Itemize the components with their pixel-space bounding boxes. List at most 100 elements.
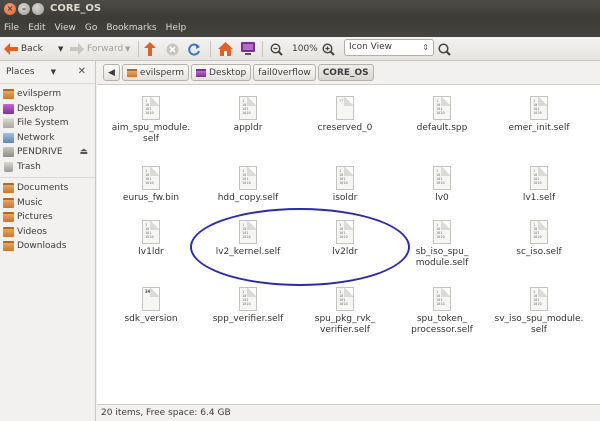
sidebar-item-network[interactable]: Network (0, 131, 95, 146)
toolbar-divider (262, 41, 263, 57)
breadcrumb-core-os[interactable]: CORE_OS (317, 64, 374, 81)
chevron-left-icon: ◀ (108, 67, 115, 78)
sidebar-item-videos[interactable]: Videos (0, 225, 95, 240)
file-name: eurus_fw.bin (122, 193, 180, 203)
file-item[interactable]: 1 10 101 1010 appldr (200, 96, 296, 134)
minimize-window-button[interactable]: – (18, 3, 30, 15)
computer-button[interactable] (240, 40, 256, 58)
binary-file-icon: 1 10 101 1010 (336, 220, 354, 244)
file-item[interactable]: 1 10 101 1010 hdd_copy.self (200, 166, 296, 204)
file-item[interactable]: 1 10 101 1010 emer_init.self (491, 96, 587, 134)
file-icon-glyph: 1010 (533, 181, 542, 185)
stop-button[interactable] (166, 40, 179, 58)
reload-button[interactable] (188, 40, 201, 58)
folder-icon (3, 226, 14, 237)
sidebar-item-pictures[interactable]: Pictures (0, 210, 95, 225)
file-item[interactable]: 341.0 sdk_version (103, 287, 199, 325)
search-button[interactable] (438, 40, 451, 58)
back-dropdown[interactable]: ▼ (58, 40, 63, 58)
text-file-icon: 341.0 (142, 287, 160, 311)
desktop-icon (196, 68, 207, 77)
toolbar: Back ▼ Forward ▼ 100% (0, 37, 600, 61)
file-item[interactable]: 1 10 101 1010 spp_verifier.self (200, 287, 296, 325)
zoom-out-button[interactable] (270, 40, 283, 58)
sidebar-item-label: Videos (17, 226, 47, 237)
file-item[interactable]: 1 10 101 1010 spu_token_ processor.self (394, 287, 490, 335)
menu-view[interactable]: View (55, 23, 76, 33)
sidebar-item-pendrive[interactable]: PENDRIVE ⏏ (0, 145, 95, 160)
sidebar-item-trash[interactable]: Trash (0, 160, 95, 175)
chevron-down-icon: ▼ (58, 45, 64, 53)
status-bar: 20 items, Free space: 6.4 GB (97, 404, 600, 421)
sidebar-item-label: Trash (17, 161, 41, 172)
home-button[interactable] (218, 40, 233, 58)
menu-edit[interactable]: Edit (28, 23, 45, 33)
close-window-button[interactable]: × (4, 3, 16, 15)
up-arrow-icon (144, 42, 156, 56)
trash-icon (4, 161, 13, 172)
menu-bookmarks[interactable]: Bookmarks (106, 23, 156, 33)
sidebar-item-downloads[interactable]: Downloads (0, 239, 95, 254)
folder-icon (3, 212, 14, 223)
sidebar-item-desktop[interactable]: Desktop (0, 102, 95, 117)
file-item[interactable]: 1 10 101 1010 sc_iso.self (491, 220, 587, 258)
file-item[interactable]: ????? creserved_0 (297, 96, 393, 134)
file-icon-glyph: 1010 (145, 235, 154, 239)
binary-file-icon: 1 10 101 1010 (433, 96, 451, 120)
file-item[interactable]: 1 10 101 1010 lv2_kernel.self (200, 220, 296, 258)
file-name: lv1.self (522, 193, 556, 203)
file-icon-glyph: 1010 (145, 111, 154, 115)
file-item[interactable]: 1 10 101 1010 lv1.self (491, 166, 587, 204)
binary-file-icon: 1 10 101 1010 (433, 287, 451, 311)
sidebar-item-evilsperm[interactable]: evilsperm (0, 87, 95, 102)
folder-icon (3, 241, 14, 252)
sidebar-item-label: PENDRIVE (17, 147, 63, 158)
file-icon-glyph: 1010 (436, 181, 445, 185)
network-icon (3, 132, 14, 143)
binary-file-icon: 1 10 101 1010 (336, 287, 354, 311)
places-dropdown-icon[interactable]: ▼ (51, 68, 56, 76)
file-item[interactable]: 1 10 101 1010 aim_spu_module. self (103, 96, 199, 144)
file-item[interactable]: 1 10 101 1010 lv2ldr (297, 220, 393, 258)
zoom-level[interactable]: 100% (292, 40, 318, 58)
sidebar-item-documents[interactable]: Documents (0, 181, 95, 196)
file-name: spp_verifier.self (212, 314, 284, 324)
close-sidebar-icon[interactable]: ✕ (78, 66, 86, 77)
file-icon-view[interactable]: 1 10 101 1010 aim_spu_module. self 1 10 101 1010… (97, 85, 600, 404)
binary-file-icon: 1 10 101 1010 (142, 166, 160, 190)
file-item[interactable]: 1 10 101 1010 sb_iso_spu_ module.self (394, 220, 490, 268)
menu-help[interactable]: Help (166, 23, 187, 33)
file-item[interactable]: 1 10 101 1010 default.spp (394, 96, 490, 134)
menu-go[interactable]: Go (85, 23, 97, 33)
sidebar-item-file-system[interactable]: File System (0, 116, 95, 131)
file-item[interactable]: 1 10 101 1010 lv1ldr (103, 220, 199, 258)
breadcrumb-desktop[interactable]: Desktop (191, 64, 252, 81)
file-item[interactable]: 1 10 101 1010 sv_iso_spu_module. self (491, 287, 587, 335)
breadcrumb-evilsperm[interactable]: evilsperm (121, 64, 190, 81)
forward-button[interactable]: Forward (70, 40, 123, 58)
breadcrumb-back-button[interactable]: ◀ (103, 64, 120, 81)
zoom-in-button[interactable] (322, 40, 335, 58)
file-item[interactable]: 1 10 101 1010 lv0 (394, 166, 490, 204)
unknown-file-icon: ????? (336, 96, 354, 120)
drive-icon (3, 147, 14, 158)
zoom-in-icon (322, 42, 335, 56)
sidebar-item-label: Desktop (17, 103, 55, 114)
menu-file[interactable]: File (4, 23, 19, 33)
folder-icon (3, 197, 14, 208)
view-mode-select[interactable]: Icon View ⇕ (344, 39, 434, 56)
file-name: lv1ldr (138, 247, 164, 257)
eject-icon[interactable]: ⏏ (79, 147, 88, 157)
breadcrumb-fail0verflow[interactable]: fail0verflow (253, 64, 316, 81)
file-item[interactable]: 1 10 101 1010 spu_pkg_rvk_ verifier.self (297, 287, 393, 335)
file-item[interactable]: 1 10 101 1010 eurus_fw.bin (103, 166, 199, 204)
sidebar-divider (0, 177, 95, 178)
up-button[interactable] (144, 40, 156, 58)
sidebar-item-label: File System (17, 118, 69, 129)
file-item[interactable]: 1 10 101 1010 isoldr (297, 166, 393, 204)
file-icon-glyph: 1010 (242, 302, 251, 306)
forward-dropdown[interactable]: ▼ (125, 40, 130, 58)
sidebar-item-music[interactable]: Music (0, 196, 95, 211)
maximize-window-button[interactable] (32, 3, 44, 15)
back-button[interactable]: Back (4, 40, 43, 58)
